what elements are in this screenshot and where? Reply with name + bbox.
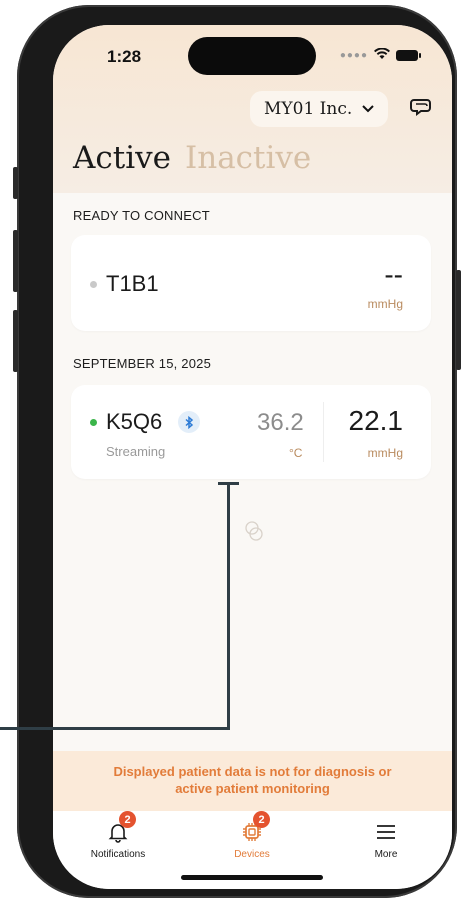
callout-pointer-line — [227, 483, 230, 730]
bluetooth-icon — [178, 411, 200, 433]
pressure-unit: mmHg — [367, 297, 403, 311]
tab-label: Devices — [234, 849, 270, 860]
app-screen: 1:28 ●●●● MY01 Inc. Active Inactive READ… — [53, 25, 452, 889]
status-time: 1:28 — [107, 47, 142, 66]
device-icon: 2 — [207, 811, 297, 843]
organization-select[interactable]: MY01 Inc. — [250, 91, 389, 127]
section-date: SEPTEMBER 15, 2025 — [73, 356, 211, 371]
chat-icon[interactable] — [408, 95, 434, 121]
chevron-down-icon — [362, 102, 374, 116]
loading-spinner-icon — [243, 520, 265, 542]
wifi-icon — [374, 47, 390, 63]
tab-active[interactable]: Active — [73, 140, 171, 176]
device-status-dot — [90, 419, 97, 426]
menu-icon — [341, 821, 431, 843]
pressure-unit: mmHg — [367, 446, 403, 460]
volume-up-button — [13, 230, 18, 292]
organization-label: MY01 Inc. — [264, 99, 353, 119]
device-id: T1B1 — [106, 271, 159, 296]
disclaimer-text: Displayed patient data is not for diagno… — [113, 764, 392, 796]
bell-icon: 2 — [73, 811, 163, 843]
temperature-value: 36.2 — [257, 409, 304, 436]
silent-switch — [13, 167, 18, 199]
status-tabs: Active Inactive — [73, 140, 311, 176]
device-status-dot — [90, 281, 97, 288]
tab-devices[interactable]: 2 Devices — [207, 811, 297, 860]
temperature-unit: °C — [289, 446, 303, 460]
pressure-value: -- — [384, 259, 403, 290]
divider — [323, 402, 324, 462]
notification-badge: 2 — [119, 811, 136, 828]
phone-frame: 1:28 ●●●● MY01 Inc. Active Inactive READ… — [13, 5, 461, 898]
power-button — [456, 270, 461, 370]
tab-notifications[interactable]: 2 Notifications — [73, 811, 163, 860]
tab-more[interactable]: More — [341, 821, 431, 860]
home-indicator — [181, 875, 323, 880]
tab-label: More — [374, 849, 398, 860]
section-ready-to-connect: READY TO CONNECT — [73, 208, 210, 223]
callout-pointer-line-horizontal — [0, 727, 230, 730]
tab-label: Notifications — [90, 849, 146, 860]
device-id: K5Q6 — [106, 409, 163, 434]
battery-icon — [396, 49, 421, 61]
status-icons: ●●●● — [339, 47, 421, 63]
devices-badge: 2 — [253, 811, 270, 828]
tab-inactive[interactable]: Inactive — [185, 140, 311, 176]
device-card-k5q6[interactable]: K5Q6 Streaming 36.2 °C 22.1 mmHg — [71, 385, 431, 479]
signal-icon: ●●●● — [339, 49, 368, 61]
device-card-t1b1[interactable]: T1B1 -- mmHg — [71, 235, 431, 331]
pressure-value: 22.1 — [348, 405, 404, 436]
volume-down-button — [13, 310, 18, 372]
dynamic-island — [188, 37, 316, 75]
disclaimer-banner: Displayed patient data is not for diagno… — [53, 751, 452, 811]
streaming-status: Streaming — [106, 444, 166, 459]
